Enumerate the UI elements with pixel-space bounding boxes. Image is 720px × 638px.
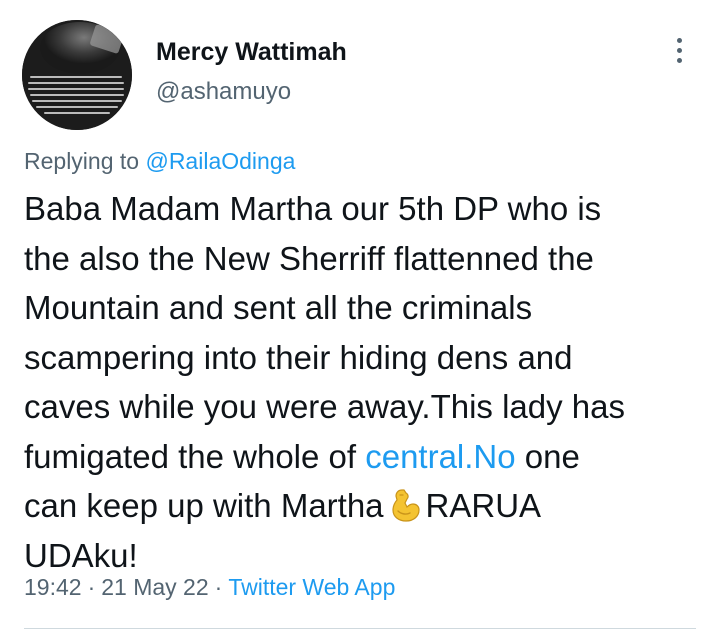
tweet-line: scampering into their hiding dens and [24,338,573,376]
meta-separator: · [87,574,96,600]
replying-to: Replying to @RailaOdinga [24,148,295,175]
flexed-biceps-emoji [388,487,422,523]
tweet-meta: 19:42 · 21 May 22 · Twitter Web App [24,574,395,601]
divider [24,628,696,629]
tweet-text-segment: can keep up with Martha [24,487,384,524]
avatar[interactable] [22,20,132,130]
more-options-icon[interactable] [664,30,694,70]
tweet-line: the also the New Sherriff flattenned the [24,239,594,277]
tweet-text-segment: RARUA [425,487,542,524]
tweet-line: UDAku! [24,536,138,574]
tweet-text: Baba Madam Martha our 5th DP who is the … [24,184,704,580]
more-dot [677,48,682,53]
replying-prefix: Replying to [24,148,146,174]
tweet-text-segment: fumigated the whole of [24,437,366,475]
tweet-source-link[interactable]: Twitter Web App [228,574,395,600]
tweet-line: caves while you were away.This lady has [24,388,625,425]
tweet-line: fumigated the whole of central.No one [24,432,704,482]
tweet-text-segment: one [515,437,580,475]
tweet-date[interactable]: 21 May 22 [101,574,208,600]
user-display-name[interactable]: Mercy Wattimah [156,38,347,67]
more-dot [677,38,682,43]
more-dot [677,58,682,63]
tweet-time[interactable]: 19:42 [24,574,82,600]
user-handle[interactable]: @ashamuyo [156,78,291,106]
meta-separator: · [214,574,223,600]
tweet-line: Baba Madam Martha our 5th DP who is [24,190,602,227]
link-central[interactable]: central.No [365,438,515,475]
tweet-line: can keep up with Martha RARUA [24,481,704,531]
tweet-line: Mountain and sent all the criminals [24,289,533,326]
reply-mention-link[interactable]: @RailaOdinga [145,148,295,174]
avatar-image [22,20,132,130]
tweet-detail: Mercy Wattimah @ashamuyo Replying to @Ra… [0,0,720,638]
